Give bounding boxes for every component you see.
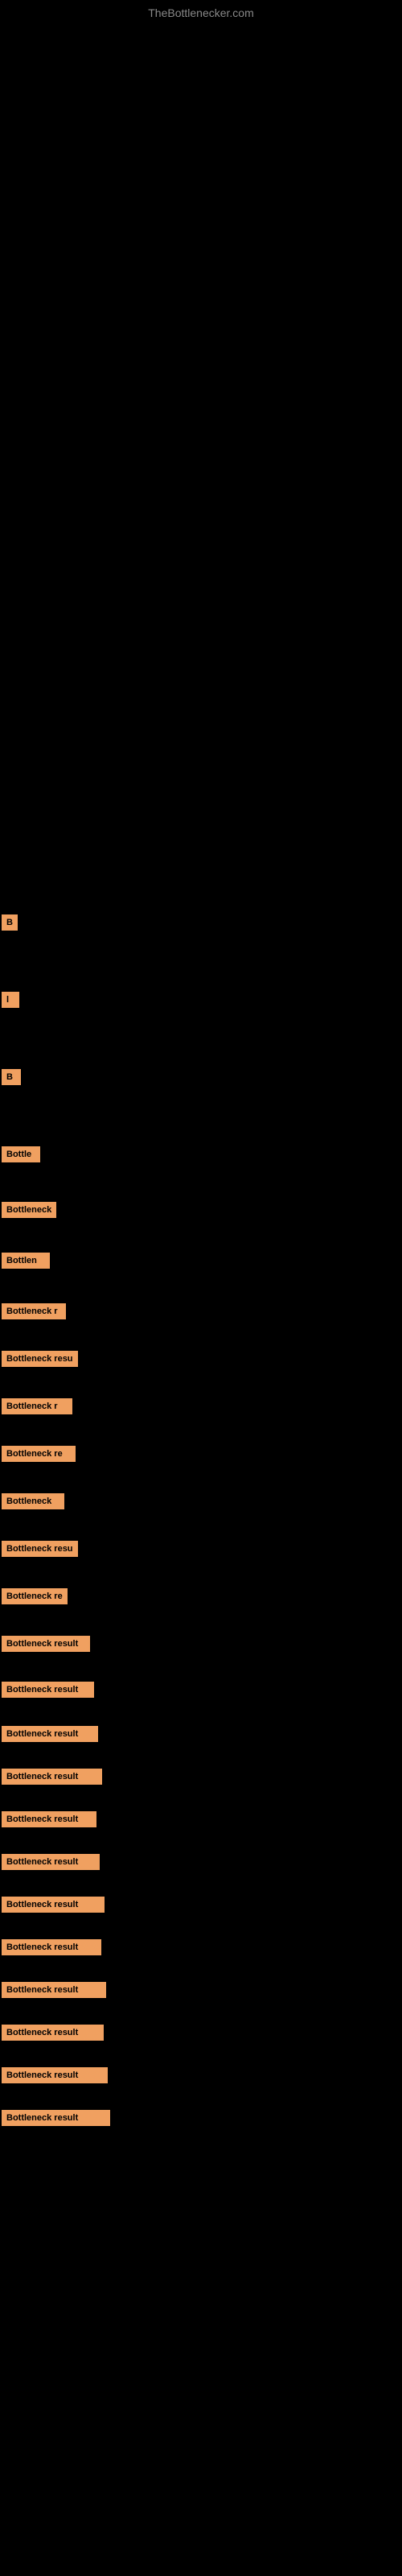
bottleneck-item: Bottleneck re xyxy=(0,1582,402,1615)
bottleneck-result-label: Bottleneck re xyxy=(2,1446,76,1462)
bottleneck-result-label: Bottlen xyxy=(2,1253,50,1269)
bottleneck-result-label: Bottleneck result xyxy=(2,1769,102,1785)
bottleneck-item: Bottleneck xyxy=(0,1195,402,1228)
bottleneck-item: Bottleneck r xyxy=(0,1297,402,1330)
bottleneck-item: Bottlen xyxy=(0,1246,402,1279)
bottleneck-result-label: Bottleneck result xyxy=(2,1636,90,1652)
bottleneck-item: Bottleneck result xyxy=(0,1933,402,1966)
bottleneck-item: Bottleneck resu xyxy=(0,1534,402,1567)
bottleneck-result-label: Bottleneck xyxy=(2,1202,56,1218)
bottleneck-item: Bottleneck re xyxy=(0,1439,402,1472)
bottleneck-item: Bottleneck result xyxy=(0,1890,402,1923)
bottleneck-item: Bottleneck result xyxy=(0,1847,402,1880)
bottleneck-result-label: Bottleneck result xyxy=(2,2067,108,2083)
bottleneck-item: Bottleneck result xyxy=(0,2103,402,2136)
bottleneck-item: B xyxy=(0,1063,402,1096)
bottleneck-result-label: Bottleneck result xyxy=(2,1726,98,1742)
bottleneck-result-label: Bottleneck xyxy=(2,1493,64,1509)
bottleneck-result-label: Bottleneck result xyxy=(2,2110,110,2126)
bottleneck-item: Bottleneck resu xyxy=(0,1344,402,1377)
bottleneck-item: Bottleneck result xyxy=(0,2018,402,2051)
bottleneck-result-label: Bottleneck resu xyxy=(2,1541,78,1557)
bottleneck-item: Bottleneck result xyxy=(0,1675,402,1708)
bottleneck-result-label: Bottleneck resu xyxy=(2,1351,78,1367)
bottleneck-item: l xyxy=(0,985,402,1018)
bottleneck-result-label: B xyxy=(2,914,18,931)
bottleneck-result-label: Bottleneck result xyxy=(2,1897,105,1913)
main-chart-area xyxy=(0,23,402,908)
site-title: TheBottlenecker.com xyxy=(0,0,402,23)
bottleneck-result-label: l xyxy=(2,992,19,1008)
bottleneck-item: Bottleneck result xyxy=(0,1762,402,1795)
bottleneck-item: Bottleneck result xyxy=(0,1719,402,1752)
bottleneck-item: Bottleneck xyxy=(0,1487,402,1520)
bottleneck-result-label: B xyxy=(2,1069,21,1085)
bottleneck-result-label: Bottleneck re xyxy=(2,1588,68,1604)
bottleneck-items-container: Bl B Bottle Bottleneck Bottlen Bottleneck r Bo… xyxy=(0,908,402,2136)
bottleneck-result-label: Bottle xyxy=(2,1146,40,1162)
bottleneck-result-label: Bottleneck result xyxy=(2,2025,104,2041)
bottleneck-result-label: Bottleneck result xyxy=(2,1682,94,1698)
bottleneck-item: Bottle xyxy=(0,1140,402,1173)
bottleneck-result-label: Bottleneck r xyxy=(2,1303,66,1319)
bottleneck-result-label: Bottleneck result xyxy=(2,1982,106,1998)
bottleneck-result-label: Bottleneck r xyxy=(2,1398,72,1414)
bottleneck-item: B xyxy=(0,908,402,941)
bottleneck-result-label: Bottleneck result xyxy=(2,1939,101,1955)
bottleneck-item: Bottleneck result xyxy=(0,1805,402,1838)
bottleneck-result-label: Bottleneck result xyxy=(2,1811,96,1827)
bottleneck-result-label: Bottleneck result xyxy=(2,1854,100,1870)
bottleneck-item: Bottleneck result xyxy=(0,2061,402,2094)
bottleneck-item: Bottleneck result xyxy=(0,1975,402,2008)
bottleneck-item: Bottleneck result xyxy=(0,1629,402,1662)
bottleneck-item: Bottleneck r xyxy=(0,1392,402,1425)
